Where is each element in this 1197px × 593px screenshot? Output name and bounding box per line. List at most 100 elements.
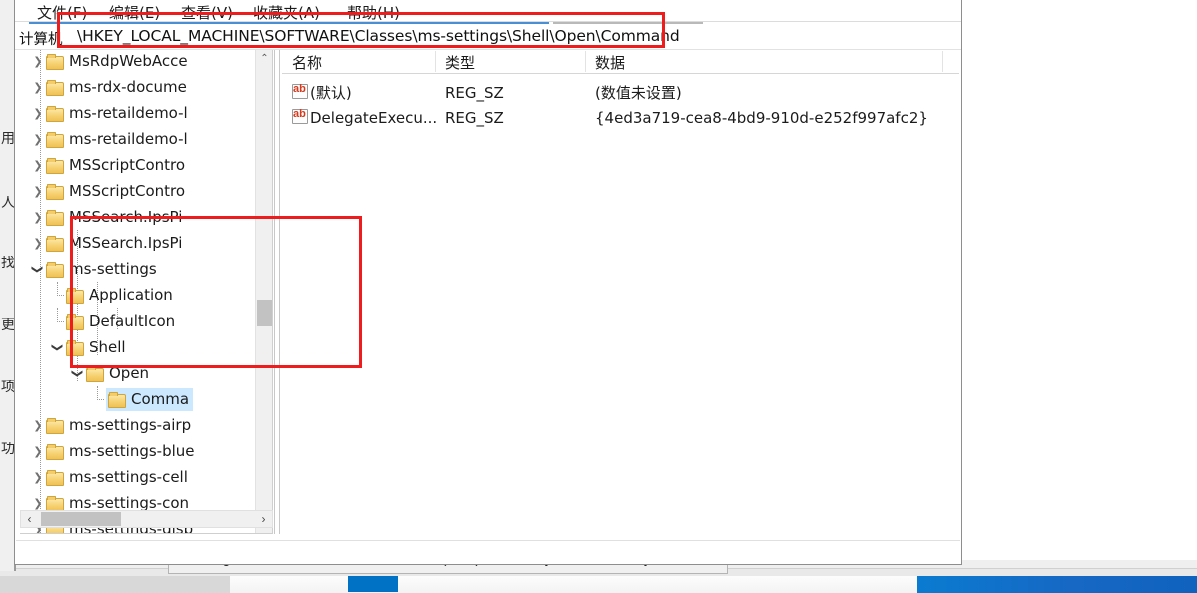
column-header-2[interactable]: 数据 <box>595 52 625 73</box>
folder-icon <box>66 288 84 304</box>
tree-horizontal-scrollbar[interactable]: ‹ › <box>20 510 273 528</box>
folder-icon <box>46 80 64 96</box>
tree-item[interactable]: MSScriptContro <box>20 178 272 204</box>
menu-item-2[interactable]: 查看(V) <box>181 2 233 23</box>
folder-icon <box>86 366 104 382</box>
tree-item-content[interactable]: ms-settings <box>46 260 157 278</box>
scroll-up-icon[interactable]: ⌃ <box>256 50 272 67</box>
screen-root: Showing 9,428,313 of 11,197,153 events (… <box>0 0 1197 593</box>
folder-icon <box>46 132 64 148</box>
pane-splitter[interactable] <box>274 50 280 534</box>
tree-vertical-scrollbar[interactable]: ⌃ ⌄ <box>255 50 272 533</box>
registry-tree-pane[interactable]: MsRdpWebAcce ms-rdx-docume ms-retaildemo-l… <box>20 50 273 534</box>
tree-item-label: MSScriptContro <box>69 182 186 200</box>
tree-item-content[interactable]: MSSearch.IpsPi <box>46 208 182 226</box>
tree-item[interactable]: Application <box>20 282 272 308</box>
tree-item[interactable]: ms-retaildemo-l <box>20 100 272 126</box>
folder-icon <box>46 496 64 512</box>
folder-icon <box>46 444 64 460</box>
folder-icon <box>46 184 64 200</box>
folder-icon <box>46 262 64 278</box>
tree-item[interactable]: MSSearch.IpsPi <box>20 204 272 230</box>
content-area: MsRdpWebAcce ms-rdx-docume ms-retaildemo-l… <box>16 50 960 534</box>
tree-item-content[interactable]: ms-rdx-docume <box>46 78 187 96</box>
chevron-right-icon[interactable] <box>30 74 46 100</box>
tree-item[interactable]: ms-rdx-docume <box>20 74 272 100</box>
menu-item-0[interactable]: 文件(F) <box>37 2 87 23</box>
string-value-icon <box>292 83 308 99</box>
tree-item[interactable]: MsRdpWebAcce <box>20 50 272 74</box>
sliver-glyph-0: 用 <box>1 132 14 146</box>
tree-item-content[interactable]: ms-settings-airp <box>46 416 191 434</box>
value-type-cell: REG_SZ <box>445 108 504 127</box>
chevron-right-icon[interactable] <box>30 100 46 126</box>
tree-vscroll-thumb[interactable] <box>257 300 272 326</box>
tree-item[interactable]: MSSearch.IpsPi <box>20 230 272 256</box>
chevron-right-icon[interactable] <box>30 438 46 464</box>
tree-item[interactable]: ms-settings-airp <box>20 412 272 438</box>
tree-item-content[interactable]: ms-retaildemo-l <box>46 130 188 148</box>
tree-item[interactable]: ms-retaildemo-l <box>20 126 272 152</box>
chevron-right-icon[interactable] <box>30 230 46 256</box>
tree-item-label: ms-settings-cell <box>69 468 188 486</box>
tree-item-content[interactable]: MSScriptContro <box>46 182 185 200</box>
sliver-glyph-5: 功 <box>1 442 14 456</box>
folder-icon <box>46 106 64 122</box>
chevron-down-icon[interactable] <box>50 334 66 360</box>
tree-item[interactable]: ms-settings-cell <box>20 464 272 490</box>
tree-item-content[interactable]: Application <box>66 286 173 304</box>
tree-item[interactable]: DefaultIcon <box>20 308 272 334</box>
tree-item-content[interactable]: DefaultIcon <box>66 312 175 330</box>
tree-hscroll-thumb[interactable] <box>41 512 121 526</box>
tree-item-content[interactable]: MSSearch.IpsPi <box>46 234 182 252</box>
chevron-right-icon[interactable] <box>30 464 46 490</box>
menu-item-3[interactable]: 收藏夹(A) <box>253 2 320 23</box>
chevron-right-icon[interactable] <box>30 412 46 438</box>
column-header-1[interactable]: 类型 <box>445 52 475 73</box>
chevron-right-icon[interactable] <box>30 178 46 204</box>
tree-item[interactable]: Open <box>20 360 272 386</box>
address-bar-path-text[interactable]: \HKEY_LOCAL_MACHINE\SOFTWARE\Classes\ms-… <box>77 27 680 45</box>
menu-item-1[interactable]: 编辑(E) <box>109 2 160 23</box>
folder-icon <box>46 210 64 226</box>
tree-item-content[interactable]: MsRdpWebAcce <box>46 52 188 70</box>
sliver-glyph-2: 找 <box>1 256 14 270</box>
registry-value-list-pane[interactable]: 名称 类型 数据 (默认) REG_SZ (数值未设置) DelegateExecu...… <box>282 50 959 534</box>
tree-item-label: DefaultIcon <box>89 312 176 330</box>
tree-item[interactable]: Shell <box>20 334 272 360</box>
tree-item[interactable]: ms-settings <box>20 256 272 282</box>
tree-item-content[interactable]: Shell <box>66 338 126 356</box>
table-row[interactable]: (默认) REG_SZ (数值未设置) <box>282 80 959 105</box>
tree-item-content[interactable]: ms-retaildemo-l <box>46 104 188 122</box>
tree-item-content[interactable]: Comma <box>106 387 194 411</box>
tree-item-content[interactable]: ms-settings-cell <box>46 468 188 486</box>
tree-item[interactable]: MSScriptContro <box>20 152 272 178</box>
tree-item-content[interactable]: MSScriptContro <box>46 156 185 174</box>
tree-item-label: Open <box>109 364 150 382</box>
tree-item[interactable]: ms-settings-blue <box>20 438 272 464</box>
chevron-down-icon[interactable] <box>70 360 86 386</box>
chevron-down-icon[interactable] <box>30 256 46 282</box>
tree-item-content[interactable]: ms-settings-blue <box>46 442 195 460</box>
scroll-left-icon[interactable]: ‹ <box>21 511 38 527</box>
folder-icon <box>66 340 84 356</box>
column-header-0[interactable]: 名称 <box>292 52 322 73</box>
value-name-cell: DelegateExecu... <box>310 108 438 127</box>
chevron-right-icon[interactable] <box>30 50 46 74</box>
tree-item-content[interactable]: Open <box>86 364 149 382</box>
table-row[interactable]: DelegateExecu... REG_SZ {4ed3a719-cea8-4bd… <box>282 105 959 130</box>
chevron-right-icon[interactable] <box>30 204 46 230</box>
tree-item[interactable]: Comma <box>20 386 272 412</box>
taskbar-active-item[interactable] <box>348 575 398 592</box>
string-value-icon <box>292 108 308 124</box>
chevron-right-icon[interactable] <box>30 126 46 152</box>
chevron-right-icon[interactable] <box>30 152 46 178</box>
menu-item-4[interactable]: 帮助(H) <box>347 2 400 23</box>
tree-connector-line <box>50 282 66 308</box>
sliver-glyph-4: 项 <box>1 380 14 394</box>
tree-item-label: MSSearch.IpsPi <box>69 234 183 252</box>
list-column-header[interactable]: 名称 类型 数据 <box>282 50 959 74</box>
folder-icon <box>46 158 64 174</box>
scroll-right-icon[interactable]: › <box>255 511 272 527</box>
folder-icon <box>108 391 126 408</box>
